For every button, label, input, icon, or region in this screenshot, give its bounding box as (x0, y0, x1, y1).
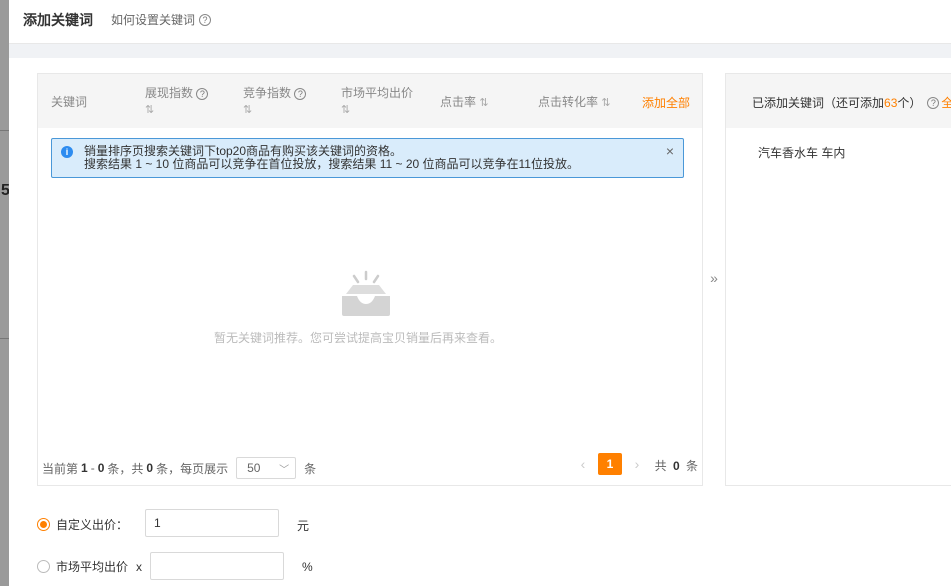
sort-icon[interactable]: ⇅ (145, 104, 154, 116)
column-avg-bid[interactable]: 市场平均出价 ⇅ (341, 85, 413, 118)
column-competition[interactable]: 竞争指数 ? ⇅ (243, 85, 307, 118)
added-header-text: 已添加关键词（还可添加 63 个） ? 全 (752, 94, 951, 111)
custom-bid-input[interactable] (145, 509, 279, 537)
question-icon: ? (199, 13, 212, 26)
question-icon[interactable]: ? (196, 88, 209, 100)
added-header: 已添加关键词（还可添加 63 个） ? 全 (726, 74, 951, 128)
pager-unit2: 条，每页展示 (156, 461, 229, 476)
add-keyword-dialog: 添加关键词 如何设置关键词 ? 关键词 展现指数 ? ⇅ 竞争指数 ? ⇅ 市场… (9, 0, 951, 586)
column-impression[interactable]: 展现指数 ? ⇅ (145, 85, 209, 118)
total-suffix: 条 (685, 459, 698, 473)
transfer-arrow-icon[interactable]: » (703, 270, 725, 286)
added-help-suffix: 全 (941, 96, 951, 110)
dialog-header: 添加关键词 如何设置关键词 ? (9, 0, 951, 44)
page-size-value: 50 (247, 461, 261, 475)
pager-total-count: 共 0 条 (655, 457, 698, 474)
pager-total: 0 (146, 461, 154, 475)
sort-icon[interactable]: ⇅ (341, 104, 350, 116)
pager-unit1: 条，共 (107, 461, 144, 476)
market-bid-label: 市场平均出价 (56, 560, 129, 574)
pager-range-start: 1 (81, 461, 88, 475)
next-page-icon[interactable]: › (628, 456, 646, 472)
market-bid-unit: % (302, 560, 313, 574)
background-divider (0, 338, 9, 339)
sort-icon[interactable]: ⇅ (601, 97, 610, 109)
keyword-recommend-panel: 关键词 展现指数 ? ⇅ 竞争指数 ? ⇅ 市场平均出价 ⇅ 点击率 ⇅ 点击转… (37, 73, 703, 486)
help-link-label: 如何设置关键词 (111, 13, 196, 27)
keyword-help-link[interactable]: 如何设置关键词 ? (111, 11, 212, 28)
alert-line-2: 搜索结果 1 ~ 10 位商品可以竞争在首位投放，搜索结果 11 ~ 20 位商… (84, 157, 579, 171)
custom-bid-radio[interactable] (37, 518, 50, 531)
table-header: 关键词 展现指数 ? ⇅ 竞争指数 ? ⇅ 市场平均出价 ⇅ 点击率 ⇅ 点击转… (38, 74, 702, 128)
alert-line-1: 销量排序页搜索关键词下top20商品有购买该关键词的资格。 (84, 144, 403, 158)
info-alert: i 销量排序页搜索关键词下top20商品有购买该关键词的资格。 搜索结果 1 ~… (51, 138, 684, 178)
sort-icon[interactable]: ⇅ (479, 97, 488, 109)
background-fragment: 5 (1, 182, 9, 199)
column-impression-label: 展现指数 (145, 86, 194, 100)
dialog-body: 关键词 展现指数 ? ⇅ 竞争指数 ? ⇅ 市场平均出价 ⇅ 点击率 ⇅ 点击转… (23, 58, 951, 586)
page-size-select[interactable]: 50 ﹀ (236, 457, 297, 479)
page-button-current[interactable]: 1 (598, 453, 622, 475)
market-bid-option[interactable]: 市场平均出价 (37, 558, 128, 575)
custom-bid-unit: 元 (297, 519, 310, 533)
pager-info: 当前第 1 - 0 条，共 0 条，每页展示 50 ﹀ 条 (42, 457, 316, 479)
added-header-prefix: 已添加关键词（还可添加 (752, 96, 885, 110)
header-separator (9, 44, 951, 58)
column-cvr[interactable]: 点击转化率 ⇅ (538, 94, 611, 111)
column-competition-label: 竞争指数 (243, 86, 292, 100)
market-bid-input[interactable] (150, 552, 284, 580)
pager-unit3: 条 (304, 461, 317, 476)
info-icon: i (61, 146, 73, 158)
dialog-title: 添加关键词 (23, 12, 93, 28)
total-count: 0 (672, 459, 680, 473)
question-icon: ? (927, 96, 940, 109)
column-avg-bid-label: 市场平均出价 (341, 86, 414, 100)
column-ctr-label: 点击率 (440, 95, 477, 109)
empty-message: 暂无关键词推荐。您可尝试提高宝贝销量后再来查看。 (213, 331, 502, 345)
column-keyword: 关键词 (51, 95, 88, 109)
remaining-count: 63 (884, 95, 898, 110)
background-divider (0, 130, 9, 131)
total-prefix: 共 (654, 459, 667, 473)
pager-prefix: 当前第 (42, 461, 79, 476)
column-cvr-label: 点击转化率 (538, 95, 599, 109)
background-page: 5 (0, 0, 9, 586)
sort-icon[interactable]: ⇅ (243, 104, 252, 116)
pager-range-end: 0 (97, 461, 105, 475)
chevron-down-icon: ﹀ (279, 464, 290, 476)
added-keywords-panel: 已添加关键词（还可添加 63 个） ? 全 汽车香水车 车内 (725, 73, 951, 486)
close-icon[interactable]: × (666, 143, 674, 159)
question-icon[interactable]: ? (294, 88, 307, 100)
column-ctr[interactable]: 点击率 ⇅ (440, 94, 489, 111)
add-all-button[interactable]: 添加全部 (642, 94, 690, 111)
added-help[interactable]: ? 全 (927, 94, 951, 111)
prev-page-icon[interactable]: ‹ (574, 456, 592, 472)
market-bid-radio[interactable] (37, 560, 50, 573)
pagination: ‹ 1 › (574, 453, 646, 475)
added-header-suffix: 个） (897, 96, 922, 110)
market-bid-multiplier: x (136, 560, 142, 574)
pager-dash: - (90, 461, 95, 475)
added-keyword-item[interactable]: 汽车香水车 车内 (758, 144, 845, 161)
empty-box-icon (342, 270, 390, 316)
custom-bid-option[interactable]: 自定义出价： (37, 516, 128, 533)
custom-bid-label: 自定义出价： (56, 518, 129, 532)
